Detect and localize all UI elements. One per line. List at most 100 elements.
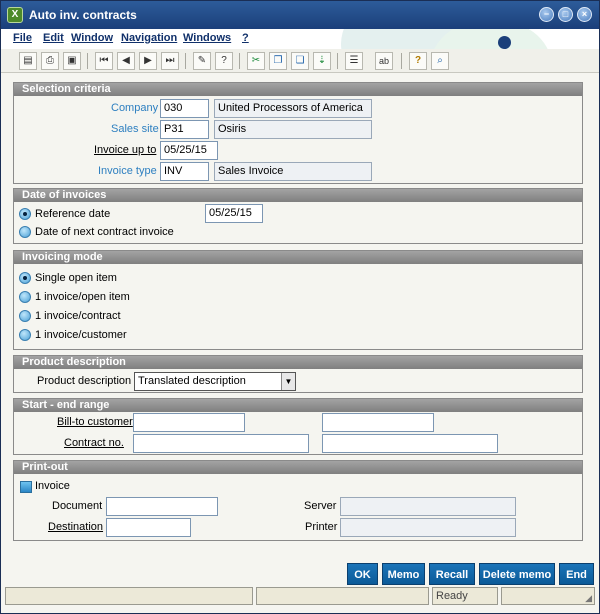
next-contract-date-radio[interactable] <box>19 226 31 238</box>
invoice-checkbox-label: Invoice <box>35 480 70 492</box>
invoice-per-customer-label: 1 invoice/customer <box>35 329 127 341</box>
paste-icon[interactable]: ❏ <box>291 52 309 70</box>
previous-record-icon[interactable]: ◀ <box>117 52 135 70</box>
status-bar-message <box>5 587 253 605</box>
reference-date-field[interactable]: 05/25/15 <box>205 204 263 223</box>
window-title: Auto inv. contracts <box>29 8 137 22</box>
menu-file[interactable]: File <box>13 32 32 44</box>
toolbar-separator <box>185 53 186 69</box>
memo-button[interactable]: Memo <box>382 563 425 585</box>
invoice-type-name-field: Sales Invoice <box>214 162 372 181</box>
menu-window[interactable]: Window <box>71 32 113 44</box>
next-contract-date-label: Date of next contract invoice <box>35 226 174 238</box>
app-window: X Auto inv. contracts − □ × File Edit Wi… <box>0 0 600 614</box>
recall-button[interactable]: Recall <box>429 563 475 585</box>
destination-field[interactable] <box>106 518 191 537</box>
print-out-panel: Print-out Invoice Document Destination S… <box>13 460 583 541</box>
export-icon[interactable]: ⇣ <box>313 52 331 70</box>
text-field-icon[interactable]: ab <box>375 52 393 70</box>
first-record-icon[interactable]: ⏮ <box>95 52 113 70</box>
delete-memo-button[interactable]: Delete memo <box>479 563 555 585</box>
info-icon[interactable]: ? <box>215 52 233 70</box>
menu-windows[interactable]: Windows <box>183 32 231 44</box>
sales-site-code-field[interactable]: P31 <box>160 120 209 139</box>
invoice-type-label[interactable]: Invoice type <box>98 165 157 177</box>
printer-field <box>340 518 516 537</box>
end-button[interactable]: End <box>559 563 594 585</box>
printer-label: Printer <box>305 521 338 533</box>
company-code-field[interactable]: 030 <box>160 99 209 118</box>
toolbar-separator <box>239 53 240 69</box>
cut-icon[interactable]: ✂ <box>247 52 265 70</box>
section-title: Start - end range <box>14 399 582 412</box>
single-open-item-label: Single open item <box>35 272 117 284</box>
invoice-up-to-label: Invoice up to <box>94 144 157 156</box>
document-label: Document <box>52 500 103 512</box>
last-record-icon[interactable]: ⏭ <box>161 52 179 70</box>
bill-to-customer-end-field[interactable] <box>322 413 434 432</box>
app-logo-icon: X <box>7 7 23 23</box>
menu-edit[interactable]: Edit <box>43 32 64 44</box>
section-title: Selection criteria <box>14 83 582 96</box>
invoice-per-open-item-label: 1 invoice/open item <box>35 291 130 303</box>
server-field <box>340 497 516 516</box>
help-icon[interactable]: ? <box>409 52 427 70</box>
document-field[interactable] <box>106 497 218 516</box>
menu-navigation[interactable]: Navigation <box>121 32 177 44</box>
toolbar: ▤ ⎙ ▣ ⏮ ◀ ▶ ⏭ ✎ ? ✂ ❐ ❏ ⇣ ☰ ab ? ⌕ <box>1 49 599 73</box>
attachment-icon[interactable]: ✎ <box>193 52 211 70</box>
sales-site-name-field: Osiris <box>214 120 372 139</box>
menu-help[interactable]: ? <box>242 32 249 44</box>
print-icon[interactable]: ⎙ <box>41 52 59 70</box>
start-end-range-panel: Start - end range Bill-to customer Contr… <box>13 398 583 455</box>
invoice-per-contract-radio[interactable] <box>19 310 31 322</box>
sales-site-label[interactable]: Sales site <box>111 123 159 135</box>
date-of-invoices-panel: Date of invoices Reference date 05/25/15… <box>13 188 583 244</box>
close-button[interactable]: × <box>577 7 592 22</box>
chevron-down-icon[interactable]: ▼ <box>281 373 295 390</box>
status-bar-end: ◢ <box>501 587 595 605</box>
invoice-per-open-item-radio[interactable] <box>19 291 31 303</box>
maximize-button[interactable]: □ <box>558 7 573 22</box>
destination-label: Destination <box>48 521 104 533</box>
bill-to-customer-start-field[interactable] <box>133 413 245 432</box>
zoom-icon[interactable]: ⌕ <box>431 52 449 70</box>
company-label[interactable]: Company <box>111 102 158 114</box>
bill-to-customer-label: Bill-to customer <box>57 416 133 428</box>
list-icon[interactable]: ☰ <box>345 52 363 70</box>
selection-criteria-panel: Selection criteria Company 030 United Pr… <box>13 82 583 184</box>
product-description-value: Translated description <box>138 375 246 387</box>
copy-icon[interactable]: ❐ <box>269 52 287 70</box>
server-label: Server <box>304 500 337 512</box>
product-description-select[interactable]: Translated description ▼ <box>134 372 296 391</box>
section-title: Print-out <box>14 461 582 474</box>
reference-date-label: Reference date <box>35 208 111 220</box>
menu-bar: File Edit Window Navigation Windows ? <box>1 29 599 49</box>
invoice-type-code-field[interactable]: INV <box>160 162 209 181</box>
product-description-label: Product description <box>37 375 132 387</box>
product-description-panel: Product description Product description … <box>13 355 583 393</box>
single-open-item-radio[interactable] <box>19 272 31 284</box>
invoice-up-to-field[interactable]: 05/25/15 <box>160 141 218 160</box>
toolbar-separator <box>401 53 402 69</box>
section-title: Date of invoices <box>14 189 582 202</box>
ok-button[interactable]: OK <box>347 563 378 585</box>
contract-number-end-field[interactable] <box>322 434 498 453</box>
minimize-button[interactable]: − <box>539 7 554 22</box>
reference-date-radio[interactable] <box>19 208 31 220</box>
print-preview-icon[interactable]: ▣ <box>63 52 81 70</box>
contract-number-start-field[interactable] <box>133 434 309 453</box>
new-document-icon[interactable]: ▤ <box>19 52 37 70</box>
decorative-dot <box>498 36 511 49</box>
background-decoration <box>431 29 551 49</box>
invoice-checkbox[interactable] <box>20 481 32 493</box>
invoice-per-contract-label: 1 invoice/contract <box>35 310 121 322</box>
status-ready: Ready <box>432 587 498 605</box>
invoice-per-customer-radio[interactable] <box>19 329 31 341</box>
next-record-icon[interactable]: ▶ <box>139 52 157 70</box>
contract-number-label: Contract no. <box>64 437 124 449</box>
toolbar-separator <box>87 53 88 69</box>
section-title: Invoicing mode <box>14 251 582 264</box>
resize-grip-icon[interactable]: ◢ <box>585 593 592 604</box>
company-name-field: United Processors of America <box>214 99 372 118</box>
